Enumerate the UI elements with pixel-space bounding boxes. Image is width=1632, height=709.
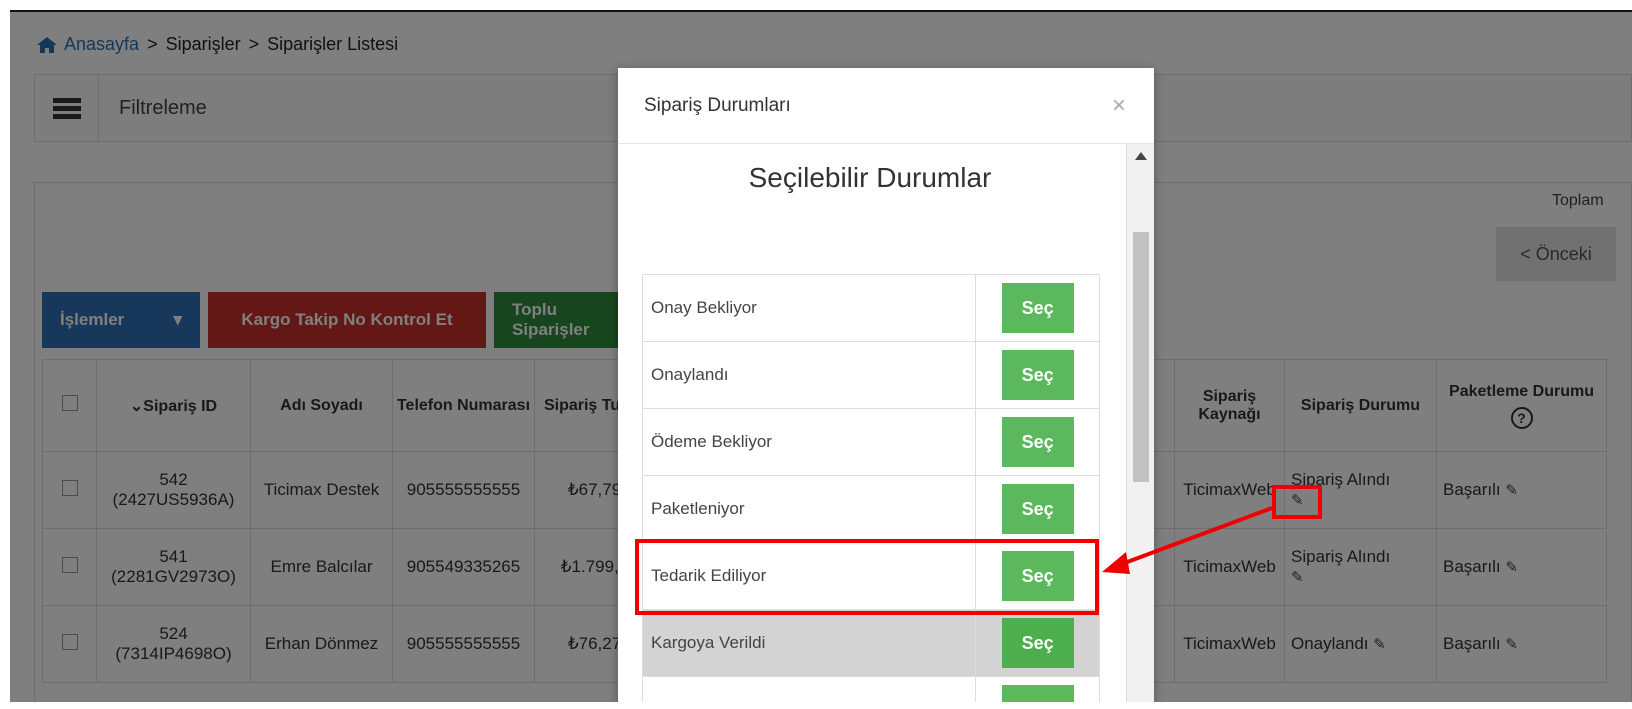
annotation-arrow-icon bbox=[1102, 506, 1273, 574]
screenshot-frame: Anasayfa > Siparişler > Siparişler Liste… bbox=[10, 10, 1632, 702]
